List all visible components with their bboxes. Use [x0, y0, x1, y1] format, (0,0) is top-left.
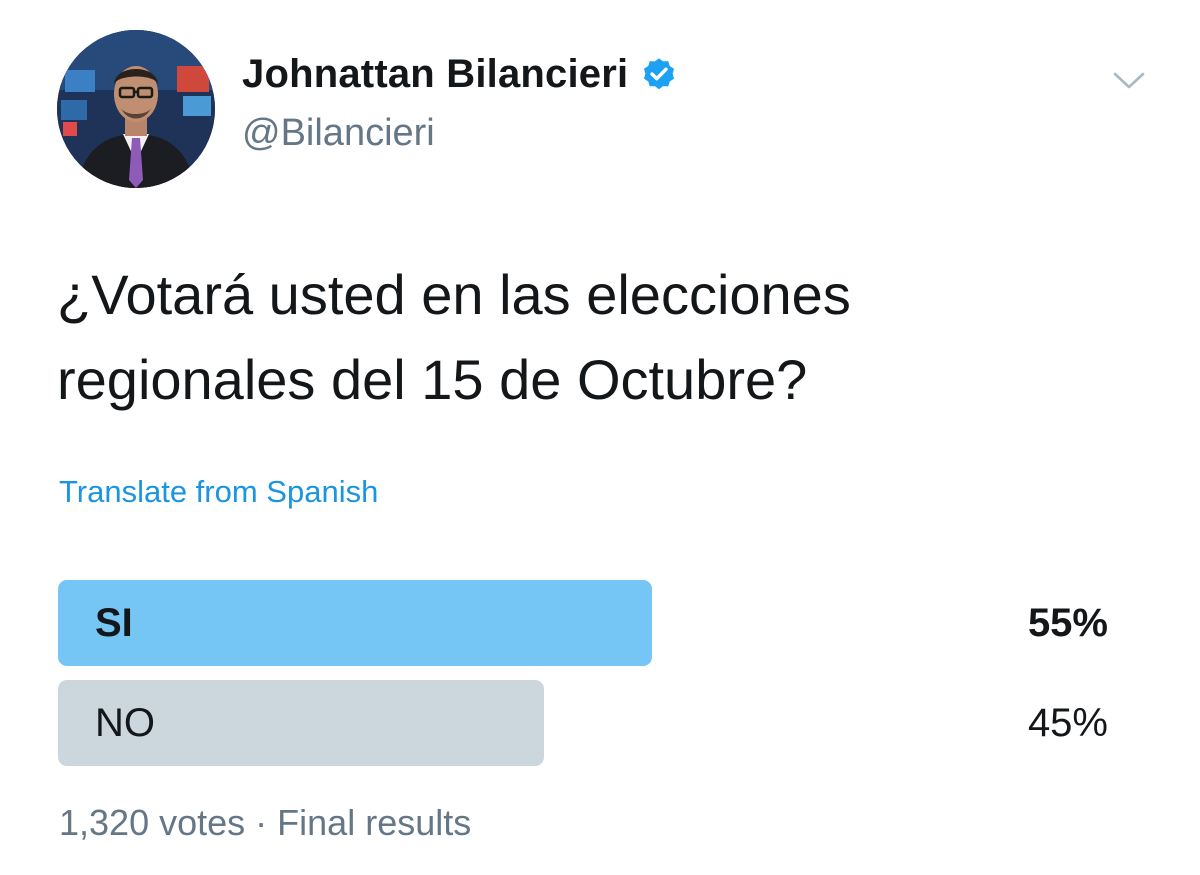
- poll-option-label: NO: [95, 701, 155, 745]
- author-display-name[interactable]: Johnattan Bilancieri: [242, 52, 628, 97]
- translate-link[interactable]: Translate from Spanish: [59, 474, 378, 510]
- author-name-row[interactable]: Johnattan Bilancieri: [242, 52, 678, 97]
- poll-bar: [58, 580, 652, 666]
- poll-meta-separator: ·: [255, 802, 268, 843]
- poll-option-percent: 45%: [1027, 701, 1108, 745]
- poll-option-label: SI: [95, 601, 133, 645]
- tweet-text: ¿Votará usted en las elecciones regional…: [57, 263, 851, 411]
- poll-option: NO 45%: [58, 680, 1108, 766]
- poll-option-percent: 55%: [1027, 601, 1108, 645]
- chevron-down-icon: [1113, 72, 1145, 89]
- author-handle[interactable]: @Bilancieri: [242, 112, 435, 155]
- poll-vote-count: 1,320 votes: [59, 802, 246, 843]
- avatar[interactable]: [57, 30, 215, 188]
- poll: SI 55% NO 45%: [58, 580, 1108, 780]
- poll-option: SI 55%: [58, 580, 1108, 666]
- avatar-photo: [57, 30, 215, 188]
- poll-meta: 1,320 votes · Final results: [59, 802, 471, 844]
- verified-badge-icon: [644, 57, 675, 89]
- poll-status: Final results: [277, 802, 472, 843]
- tweet-menu-button[interactable]: [1108, 64, 1150, 98]
